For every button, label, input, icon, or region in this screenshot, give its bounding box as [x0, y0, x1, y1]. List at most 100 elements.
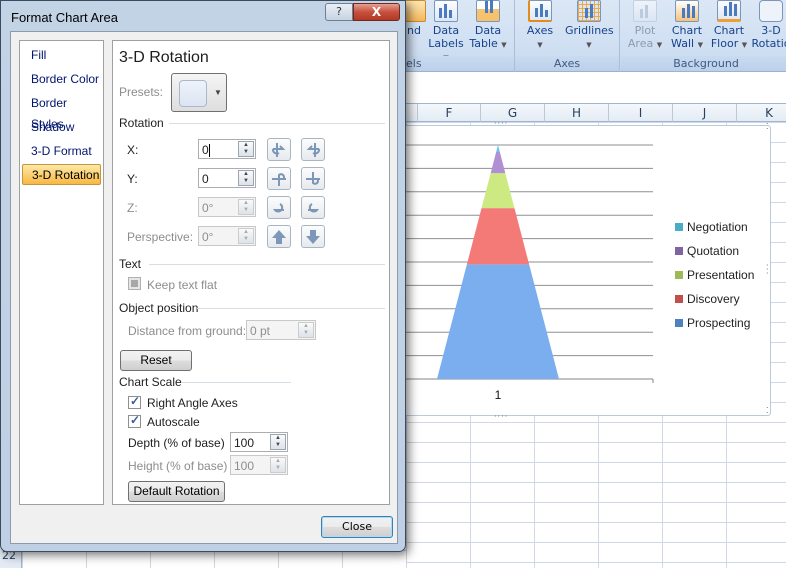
chart-floor-button[interactable]: Chart Floor ▼	[709, 0, 749, 52]
column-header-g[interactable]: G	[481, 104, 545, 122]
height-input[interactable]: 100 ▲ ▼	[230, 455, 288, 475]
chart-resize-handle-right[interactable]: · · ·	[766, 262, 770, 278]
presets-label: Presets:	[119, 85, 164, 99]
default-rotation-button[interactable]: Default Rotation	[128, 481, 225, 502]
widen-field-icon	[306, 230, 320, 244]
keep-text-flat-checkbox[interactable]	[128, 277, 141, 290]
cell-grid-row-22[interactable]	[22, 550, 406, 568]
nav-item-3d-format[interactable]: 3-D Format	[22, 141, 101, 162]
presets-dropdown[interactable]: ▼	[171, 73, 227, 112]
x-rotation-spinner[interactable]: ▲ ▼	[238, 141, 254, 157]
y-rotation-input[interactable]: 0 ▲ ▼	[198, 168, 256, 188]
chart-wall-button[interactable]: Chart Wall ▼	[667, 0, 707, 52]
perspective-spinner[interactable]: ▲ ▼	[238, 228, 254, 244]
chart-wall-icon	[675, 0, 699, 22]
axes-icon	[528, 0, 552, 22]
x-rotation-input[interactable]: 0 ▲ ▼	[198, 139, 256, 159]
3d-rotation-icon	[759, 0, 783, 22]
rotate-right-icon	[306, 143, 321, 157]
chart-resize-handle-bottom[interactable]: ····	[494, 413, 508, 421]
rotate-counterclockwise-button[interactable]	[267, 196, 291, 219]
z-rotation-input[interactable]: 0° ▲ ▼	[198, 197, 256, 217]
chart-resize-handle-top[interactable]: ····	[494, 120, 508, 128]
rotate-left-button[interactable]	[267, 138, 291, 161]
legend-swatch	[675, 295, 683, 303]
chart-legend[interactable]: Negotiation Quotation Presentation Disco…	[675, 215, 754, 335]
chevron-down-icon: ▼	[741, 41, 748, 49]
column-header-k[interactable]: K	[737, 104, 786, 122]
panel-heading: 3-D Rotation	[119, 49, 209, 66]
distance-from-ground-label: Distance from ground:	[128, 324, 247, 338]
3d-rotation-ribbon-button[interactable]: 3-D Rotatio	[749, 0, 786, 50]
chart-resize-handle-top-right[interactable]: ⁚	[766, 123, 770, 131]
pyramid-segment-negotiation[interactable]	[496, 145, 500, 153]
rotate-left-icon	[271, 143, 286, 157]
z-label: Z:	[127, 201, 138, 215]
chart-resize-handle-bottom-right[interactable]: ⁚	[766, 407, 770, 415]
data-table-button[interactable]: Data Table ▼	[468, 0, 508, 52]
legend-item-negotiation[interactable]: Negotiation	[675, 215, 754, 239]
legend-item-presentation[interactable]: Presentation	[675, 263, 754, 287]
help-button[interactable]: ?	[325, 3, 353, 21]
rotate-clockwise-icon	[308, 203, 320, 213]
legend-swatch	[675, 247, 683, 255]
reset-button[interactable]: Reset	[120, 350, 192, 371]
rotate-up-button[interactable]	[267, 167, 291, 190]
close-icon: X	[371, 5, 382, 19]
data-labels-icon	[434, 0, 458, 22]
column-header-f[interactable]: F	[418, 104, 481, 122]
narrow-field-icon	[272, 230, 286, 244]
pyramid-segment-discovery[interactable]	[466, 208, 530, 265]
depth-spinner[interactable]: ▲ ▼	[270, 434, 286, 450]
rotate-down-button[interactable]	[301, 167, 325, 190]
nav-item-shadow[interactable]: Shadow	[22, 117, 101, 138]
perspective-input[interactable]: 0° ▲ ▼	[198, 226, 256, 246]
narrow-field-button[interactable]	[267, 225, 291, 248]
gridlines-button[interactable]: Gridlines ▼	[565, 0, 614, 52]
nav-item-3d-rotation[interactable]: 3-D Rotation	[22, 164, 101, 185]
nav-item-fill[interactable]: Fill	[22, 45, 101, 66]
pyramid-segment-quotation[interactable]	[490, 152, 506, 174]
height-spinner[interactable]: ▲ ▼	[270, 457, 286, 473]
y-label: Y:	[127, 172, 138, 186]
format-chart-area-dialog: Format Chart Area ? X Fill Border Color …	[0, 0, 406, 552]
distance-spinner[interactable]: ▲ ▼	[298, 322, 314, 338]
nav-item-border-styles[interactable]: Border Styles	[22, 93, 101, 131]
right-angle-axes-checkbox[interactable]	[128, 394, 141, 409]
rotate-right-button[interactable]	[301, 138, 325, 161]
nav-item-border-color[interactable]: Border Color	[22, 69, 101, 90]
rotate-clockwise-button[interactable]	[301, 196, 325, 219]
close-button[interactable]: Close	[321, 516, 393, 538]
autoscale-checkbox[interactable]	[128, 413, 141, 428]
legend-swatch	[675, 271, 683, 279]
column-header-i[interactable]: I	[609, 104, 673, 122]
pyramid-segment-presentation[interactable]	[481, 173, 515, 209]
chart-scale-section-label: Chart Scale	[119, 375, 182, 389]
right-angle-axes-label: Right Angle Axes	[147, 396, 238, 410]
axes-button[interactable]: Axes ▼	[520, 0, 560, 52]
legend-item-quotation[interactable]: Quotation	[675, 239, 754, 263]
plot-area-button[interactable]: Plot Area ▼	[625, 0, 665, 52]
pyramid-segment-prospecting[interactable]	[437, 264, 559, 379]
z-rotation-spinner[interactable]: ▲ ▼	[238, 199, 254, 215]
keep-text-flat-label: Keep text flat	[147, 278, 218, 292]
depth-label: Depth (% of base)	[128, 436, 225, 450]
legend-item-discovery[interactable]: Discovery	[675, 287, 754, 311]
y-rotation-spinner[interactable]: ▲ ▼	[238, 170, 254, 186]
ribbon-group-label: Axes	[515, 56, 619, 71]
close-window-button[interactable]: X	[353, 3, 400, 21]
legend-item-prospecting[interactable]: Prospecting	[675, 311, 754, 335]
legend-swatch	[675, 223, 683, 231]
widen-field-button[interactable]	[301, 225, 325, 248]
category-label: 1	[495, 388, 502, 402]
data-table-icon	[476, 0, 500, 22]
depth-input[interactable]: 100 ▲ ▼	[230, 432, 288, 452]
ribbon-group-label: Background	[621, 56, 786, 71]
column-header-j[interactable]: J	[673, 104, 737, 122]
help-icon: ?	[336, 5, 342, 18]
chevron-down-icon: ▼	[214, 88, 222, 97]
chevron-down-icon: ▼	[501, 41, 507, 49]
column-header-h[interactable]: H	[545, 104, 609, 122]
height-label: Height (% of base)	[128, 459, 228, 473]
distance-from-ground-input[interactable]: 0 pt ▲ ▼	[246, 320, 316, 340]
